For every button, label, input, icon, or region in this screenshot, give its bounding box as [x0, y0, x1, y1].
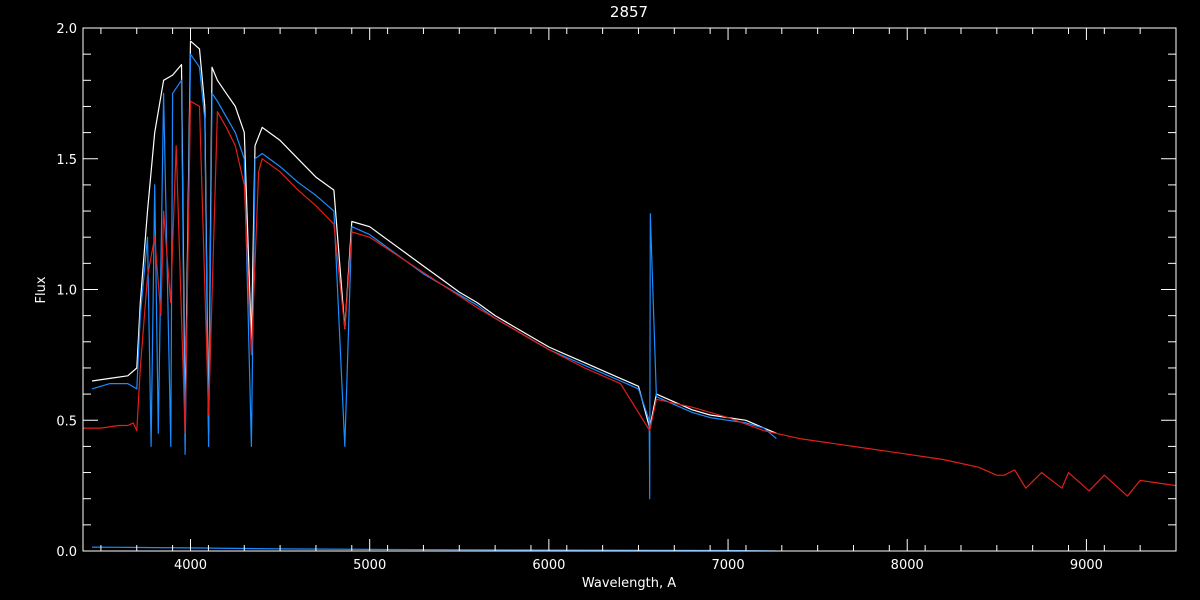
x-tick-label: 5000 [353, 558, 386, 573]
x-tick-label: 9000 [1070, 558, 1103, 573]
y-tick-label: 0.0 [56, 545, 77, 560]
y-axis-label: Flux [34, 276, 49, 303]
chart-background [0, 0, 1200, 600]
y-tick-label: 1.5 [56, 153, 77, 168]
x-axis-label: Wavelength, A [582, 576, 676, 591]
x-tick-label: 7000 [712, 558, 745, 573]
y-tick-label: 1.0 [56, 284, 77, 299]
chart-title: 2857 [610, 3, 648, 21]
spectrum-chart: 2857 4000 5000 6000 7000 8000 9000 0.0 0.5 1.0 1.… [0, 0, 1200, 600]
x-tick-label: 8000 [891, 558, 924, 573]
y-tick-label: 2.0 [56, 22, 77, 37]
x-tick-label: 4000 [174, 558, 207, 573]
y-tick-label: 0.5 [56, 414, 77, 429]
x-tick-label: 6000 [532, 558, 565, 573]
